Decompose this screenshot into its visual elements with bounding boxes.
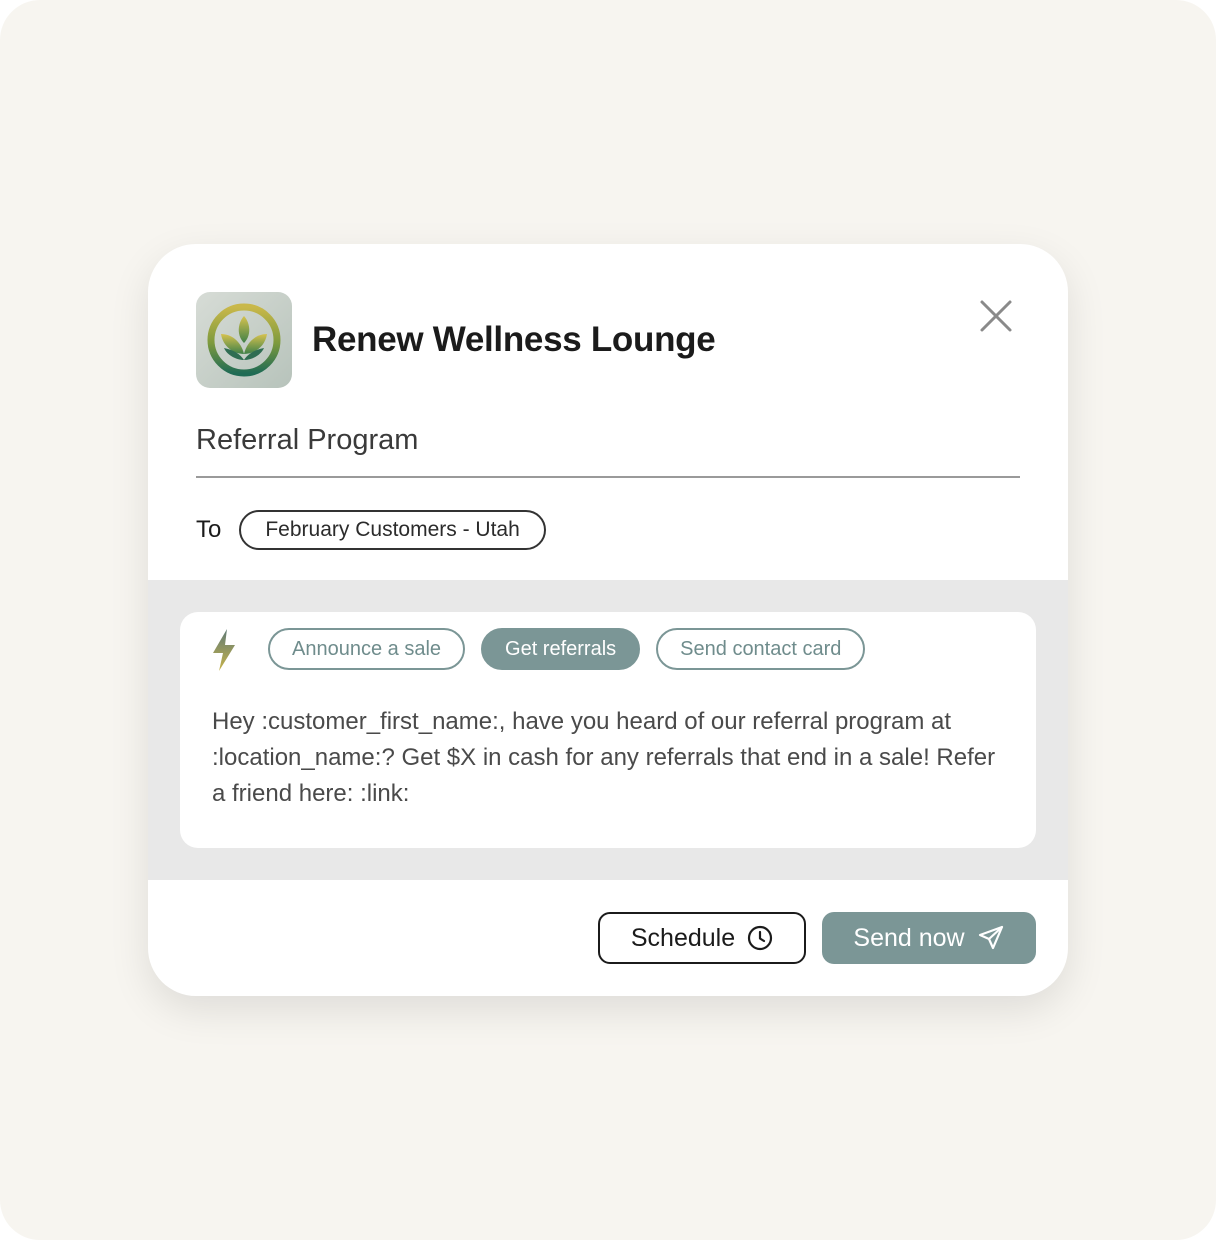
business-name: Renew Wellness Lounge [312, 320, 716, 359]
template-announce-sale[interactable]: Announce a sale [268, 628, 466, 670]
template-send-contact-card[interactable]: Send contact card [656, 628, 866, 670]
template-get-referrals[interactable]: Get referrals [481, 628, 641, 670]
close-icon [980, 300, 1012, 332]
page-background: Renew Wellness Lounge To February Custom… [0, 0, 1216, 1240]
message-body[interactable]: Hey :customer_first_name:, have you hear… [212, 704, 1012, 812]
template-suggestions: Announce a sale Get referrals Send conta… [268, 628, 866, 670]
recipient-list-chip[interactable]: February Customers - Utah [239, 510, 546, 550]
business-logo-icon [196, 292, 292, 388]
schedule-button[interactable]: Schedule [598, 912, 806, 964]
close-button[interactable] [976, 296, 1016, 336]
message-editor[interactable]: Announce a sale Get referrals Send conta… [180, 612, 1036, 848]
composer-header: Renew Wellness Lounge [196, 292, 716, 388]
clock-icon [747, 925, 773, 951]
compose-area: Announce a sale Get referrals Send conta… [148, 580, 1068, 880]
paper-plane-icon [977, 924, 1005, 952]
to-label: To [196, 516, 222, 543]
send-now-button[interactable]: Send now [822, 912, 1036, 964]
schedule-label: Schedule [630, 923, 736, 952]
subject-field [196, 420, 1020, 478]
lightning-bolt-icon [210, 628, 238, 672]
composer-actions: Schedule Send now [598, 912, 1036, 964]
send-now-label: Send now [853, 923, 965, 952]
recipients-row: To February Customers - Utah [196, 510, 546, 550]
subject-input[interactable] [196, 420, 1020, 460]
message-composer-card: Renew Wellness Lounge To February Custom… [148, 244, 1068, 996]
